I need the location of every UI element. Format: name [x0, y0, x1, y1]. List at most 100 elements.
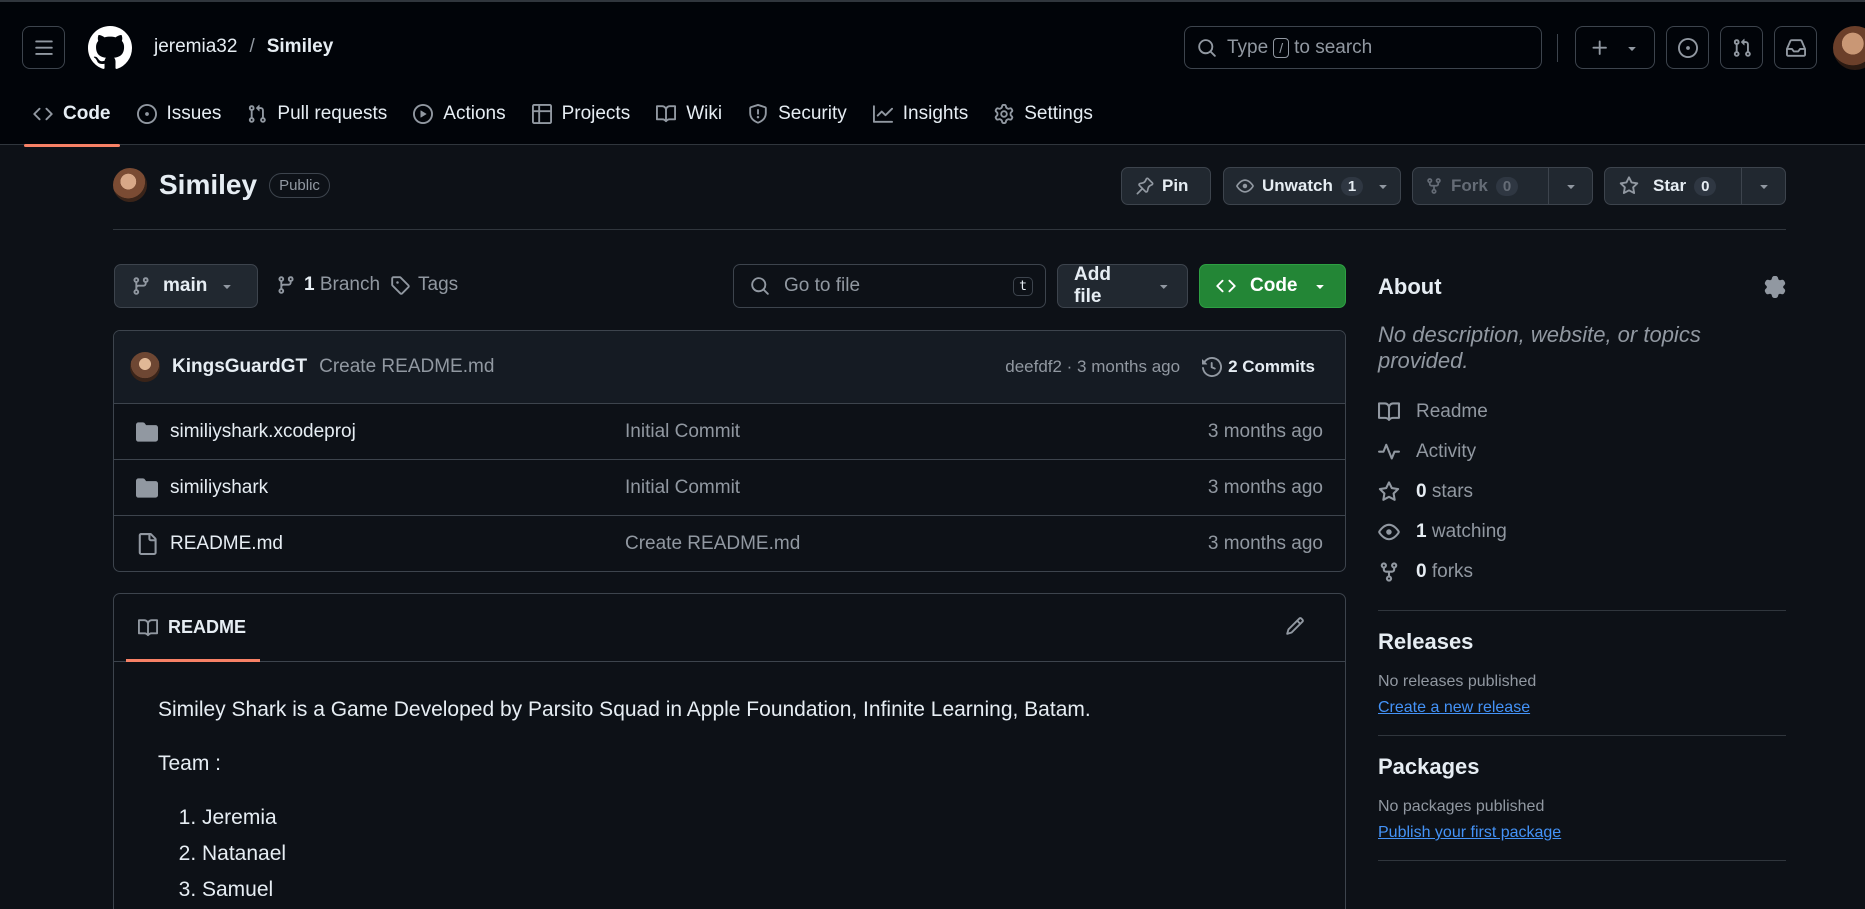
commits-link[interactable]: 2 Commits	[1202, 357, 1315, 377]
pin-icon	[1136, 177, 1154, 195]
file-name[interactable]: README.md	[170, 533, 625, 555]
code-button[interactable]: Code	[1199, 264, 1346, 308]
file-icon	[138, 533, 157, 555]
star-icon	[1619, 176, 1639, 195]
issue-icon	[1677, 37, 1698, 58]
tab-settings[interactable]: Settings	[981, 92, 1106, 136]
menu-button[interactable]	[22, 26, 65, 69]
star-dropdown[interactable]	[1741, 168, 1785, 204]
tab-actions-label: Actions	[443, 103, 506, 124]
add-file-button[interactable]: Add file	[1057, 264, 1188, 308]
gear-icon[interactable]	[1764, 276, 1786, 298]
user-avatar[interactable]	[1833, 26, 1865, 70]
edit-readme-button[interactable]	[1285, 616, 1305, 636]
unwatch-button[interactable]: Unwatch 1	[1223, 167, 1401, 205]
table-row[interactable]: similiyshark Initial Commit 3 months ago	[114, 460, 1345, 516]
tab-code[interactable]: Code	[20, 92, 124, 147]
git-branch-icon	[278, 276, 294, 294]
file-name[interactable]: similiyshark.xcodeproj	[170, 421, 625, 443]
repo-forked-icon	[1380, 562, 1398, 582]
tab-projects[interactable]: Projects	[519, 92, 644, 136]
unwatch-label: Unwatch	[1262, 176, 1333, 195]
commit-author-avatar[interactable]	[130, 352, 160, 382]
eye-icon	[1378, 523, 1400, 541]
tab-readme[interactable]: README	[125, 594, 261, 662]
sidebar-divider	[1378, 860, 1786, 861]
stars-count: 0	[1416, 481, 1427, 502]
breadcrumb-separator: /	[249, 36, 255, 57]
commit-sha-time[interactable]: deefdf2 · 3 months ago	[1005, 357, 1180, 377]
fork-counter: 0	[1495, 176, 1519, 196]
plus-icon	[1592, 40, 1607, 55]
breadcrumb-repo[interactable]: Similey	[267, 36, 334, 58]
releases-title[interactable]: Releases	[1378, 629, 1786, 655]
tab-security[interactable]: Security	[735, 92, 860, 136]
create-release-link[interactable]: Create a new release	[1378, 699, 1530, 716]
file-commit-message[interactable]: Initial Commit	[625, 477, 740, 499]
forks-label: forks	[1431, 561, 1474, 582]
commit-message[interactable]: Create README.md	[319, 356, 494, 378]
header-divider-line	[113, 229, 1786, 230]
github-icon	[88, 26, 132, 69]
triangle-down-icon	[223, 285, 232, 289]
inbox-button[interactable]	[1774, 26, 1817, 69]
readme-panel: README Similey Shark is a Game Developed…	[113, 593, 1346, 909]
table-row[interactable]: README.md Create README.md 3 months ago	[114, 516, 1345, 571]
forks-link[interactable]: 0 forks	[1378, 552, 1786, 592]
tab-issues[interactable]: Issues	[124, 92, 235, 136]
tab-wiki[interactable]: Wiki	[643, 92, 735, 136]
branch-name: main	[163, 275, 208, 296]
tab-actions[interactable]: Actions	[400, 92, 518, 136]
tab-code-label: Code	[63, 103, 111, 124]
branches-link[interactable]: 1 Branch	[276, 274, 380, 296]
eye-icon	[1236, 179, 1254, 193]
gear-icon	[994, 104, 1014, 124]
graph-icon	[872, 105, 893, 123]
issue-icon	[136, 104, 157, 124]
fork-label: Fork	[1451, 176, 1488, 195]
table-row[interactable]: similiyshark.xcodeproj Initial Commit 3 …	[114, 404, 1345, 460]
code-button-label: Code	[1250, 275, 1298, 296]
repo-owner-avatar[interactable]	[113, 168, 147, 202]
file-name[interactable]: similiyshark	[170, 477, 625, 499]
tags-link[interactable]: Tags	[390, 274, 458, 296]
file-commit-message[interactable]: Create README.md	[625, 533, 800, 555]
visibility-badge: Public	[269, 172, 330, 198]
tab-insights[interactable]: Insights	[860, 92, 981, 136]
star-button[interactable]: Star 0	[1604, 167, 1786, 205]
fork-dropdown[interactable]	[1548, 168, 1592, 204]
header-divider	[1557, 34, 1558, 62]
packages-title[interactable]: Packages	[1378, 754, 1786, 780]
code-icon	[33, 107, 53, 121]
branch-selector[interactable]: main	[114, 264, 258, 308]
folder-icon	[136, 477, 158, 498]
breadcrumb-owner[interactable]: jeremia32	[154, 36, 237, 58]
search-suffix: to search	[1294, 36, 1373, 58]
pin-button[interactable]: Pin	[1121, 167, 1211, 205]
create-new-button[interactable]	[1575, 26, 1655, 69]
search-input[interactable]: Type / to search	[1184, 26, 1542, 69]
file-commit-message[interactable]: Initial Commit	[625, 421, 740, 443]
pull-requests-button[interactable]	[1720, 26, 1763, 69]
watching-link[interactable]: 1 watching	[1378, 512, 1786, 552]
search-icon	[751, 277, 769, 295]
commit-author[interactable]: KingsGuardGT	[172, 356, 307, 378]
fork-button[interactable]: Fork 0	[1412, 167, 1593, 205]
issues-button[interactable]	[1666, 26, 1709, 69]
list-item: Samuel	[202, 878, 1301, 902]
activity-link[interactable]: Activity	[1378, 432, 1786, 472]
repo-title[interactable]: Similey	[159, 169, 257, 201]
go-to-file-placeholder: Go to file	[784, 275, 861, 296]
watch-counter: 1	[1340, 176, 1364, 196]
stars-link[interactable]: 0 stars	[1378, 472, 1786, 512]
play-icon	[413, 104, 434, 124]
publish-package-link[interactable]: Publish your first package	[1378, 824, 1561, 841]
tab-projects-label: Projects	[561, 103, 631, 124]
readme-link[interactable]: Readme	[1378, 392, 1786, 432]
tab-insights-label: Insights	[902, 103, 969, 124]
go-to-file-input[interactable]: Go to file t	[733, 264, 1046, 308]
latest-commit-row: KingsGuardGT Create README.md deefdf2 · …	[114, 331, 1345, 404]
github-logo[interactable]	[88, 26, 132, 70]
commits-count: 2 Commits	[1228, 357, 1315, 376]
tab-pull-requests[interactable]: Pull requests	[234, 92, 400, 136]
